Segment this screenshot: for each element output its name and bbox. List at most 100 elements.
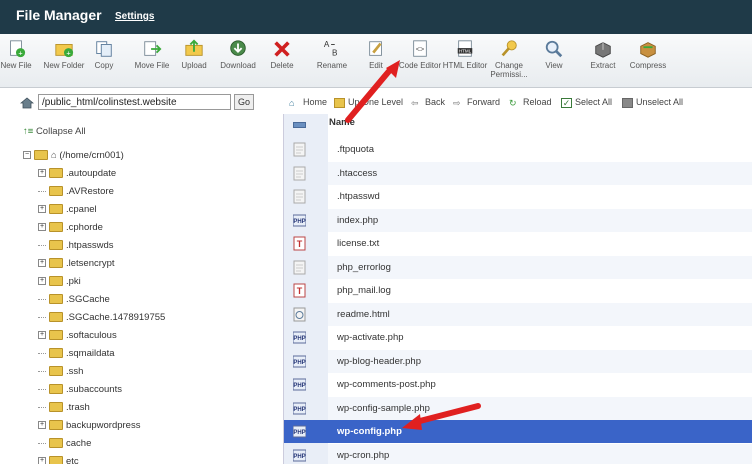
tree-item-label: .pki [66, 276, 81, 287]
svg-text:+: + [66, 48, 70, 57]
php-file-icon: PHP [293, 425, 306, 438]
file-row[interactable]: .htaccess [284, 161, 752, 185]
folder-icon [49, 366, 63, 377]
file-row[interactable]: php_errorlog [284, 255, 752, 279]
expand-toggle-icon[interactable]: + [38, 277, 46, 286]
toolbar-delete-button[interactable]: Delete [258, 39, 306, 70]
back-arrow-icon: ⇦ [411, 97, 419, 108]
unselect-all-label: Unselect All [636, 97, 684, 107]
tree-connector [38, 244, 46, 246]
file-row[interactable]: PHP wp-blog-header.php [284, 349, 752, 373]
file-row[interactable]: PHP wp-config-sample.php [284, 396, 752, 420]
tree-item-label: .htpasswds [66, 240, 114, 251]
checkbox-empty-icon [622, 97, 633, 108]
tree-item[interactable]: + .autoupdate [38, 168, 116, 184]
folder-icon [49, 330, 63, 341]
file-name: .htpasswd [337, 191, 380, 202]
toolbar-upload-button[interactable]: Upload [170, 39, 218, 70]
tree-connector [38, 352, 46, 354]
tree-item[interactable]: + etc [38, 456, 79, 464]
home-icon: ⌂ [51, 150, 57, 161]
file-row[interactable]: .htpasswd [284, 185, 752, 208]
annotation-arrow-edit [345, 60, 400, 123]
path-input[interactable] [38, 94, 231, 110]
tree-item[interactable]: .subaccounts [38, 384, 122, 400]
extract-icon [595, 42, 611, 58]
tree-item[interactable]: .trash [38, 402, 90, 418]
folder-icon [49, 222, 63, 233]
expand-toggle-icon[interactable]: + [38, 457, 46, 464]
folder-icon [49, 240, 63, 251]
file-row[interactable]: PHP wp-cron.php [284, 443, 752, 464]
file-row[interactable]: .ftpquota [284, 138, 752, 161]
tree-item[interactable]: .SGCache [38, 294, 110, 310]
file-row[interactable]: Tphp_mail.log [284, 279, 752, 302]
tree-item[interactable]: .ssh [38, 366, 83, 382]
toolbar-label: Copy [94, 61, 114, 70]
forward-button[interactable]: ⇨ Forward [453, 97, 500, 108]
toolbar-label: Extract [590, 61, 616, 70]
toolbar-label: HTML Editor [442, 61, 488, 70]
select-all-label: Select All [575, 97, 613, 107]
reload-button[interactable]: ↻ Reload [509, 97, 552, 108]
toolbar-label: Compress [629, 61, 667, 70]
html-file-icon [293, 307, 306, 321]
settings-link[interactable]: Settings [115, 11, 154, 22]
expand-toggle-icon[interactable]: + [38, 259, 46, 268]
file-name: wp-cron.php [337, 449, 390, 461]
back-button[interactable]: ⇦ Back [411, 97, 445, 108]
collapse-all-link[interactable]: ↑≡ Collapse All [23, 126, 86, 137]
expand-toggle-icon[interactable]: + [38, 331, 46, 340]
tree-root[interactable]: − ⌂ (/home/crn001) [23, 150, 124, 166]
tree-connector [38, 190, 46, 192]
tree-item-label: .SGCache.1478919755 [66, 312, 166, 323]
tree-item[interactable]: + backupwordpress [38, 420, 140, 436]
collapse-toggle-icon[interactable]: − [23, 151, 31, 160]
file-row-selected[interactable]: PHP wp-config.php [284, 420, 752, 443]
tree-item[interactable]: .htpasswds [38, 240, 114, 256]
collapse-all-icon: ↑≡ [23, 126, 34, 137]
toolbar-permissions-button[interactable]: Change Permissi... [485, 39, 533, 79]
new-folder-icon: + [55, 44, 74, 57]
tree-item[interactable]: + .cphorde [38, 222, 103, 238]
toolbar-copy-button[interactable]: Copy [80, 39, 128, 70]
toolbar-extract-button[interactable]: Extract [579, 39, 627, 70]
toolbar-new-file-button[interactable]: + New File [0, 39, 40, 70]
expand-toggle-icon[interactable]: + [38, 421, 46, 430]
tree-item[interactable]: + .pki [38, 276, 81, 292]
toolbar-move-file-button[interactable]: Move File [128, 39, 176, 70]
expand-toggle-icon[interactable]: + [38, 169, 46, 178]
toolbar-compress-button[interactable]: Compress [624, 39, 672, 70]
tree-item[interactable]: .sqmaildata [38, 348, 115, 364]
select-all-button[interactable]: ✓ Select All [561, 97, 612, 108]
svg-text:PHP: PHP [293, 430, 305, 436]
copy-icon [96, 41, 112, 57]
tree-item-label: .cphorde [66, 222, 103, 233]
page-title: File Manager [16, 7, 102, 23]
tree-item-label: .softaculous [66, 330, 117, 341]
file-row[interactable]: readme.html [284, 302, 752, 326]
file-row[interactable]: Tlicense.txt [284, 232, 752, 255]
tree-item[interactable]: .SGCache.1478919755 [38, 312, 165, 328]
tree-item[interactable]: + .letsencrypt [38, 258, 115, 274]
tree-item[interactable]: cache [38, 438, 91, 454]
unselect-all-button[interactable]: Unselect All [622, 97, 683, 108]
go-button[interactable]: Go [234, 94, 254, 110]
file-row[interactable]: PHP wp-activate.php [284, 326, 752, 349]
php-file-icon: PHP [293, 402, 306, 414]
file-name: readme.html [337, 308, 390, 320]
toolbar-view-button[interactable]: View [530, 39, 578, 70]
expand-toggle-icon[interactable]: + [38, 205, 46, 214]
svg-text:B: B [332, 48, 338, 57]
home-button[interactable]: ⌂ Home [289, 97, 327, 108]
php-file-icon: PHP [293, 378, 306, 391]
file-row[interactable]: PHP index.php [284, 208, 752, 232]
file-row[interactable]: PHP wp-comments-post.php [284, 373, 752, 396]
expand-toggle-icon[interactable]: + [38, 223, 46, 232]
tree-item[interactable]: + .softaculous [38, 330, 117, 346]
toolbar-download-button[interactable]: Download [214, 39, 262, 70]
tree-item[interactable]: + .cpanel [38, 204, 97, 220]
tree-item[interactable]: .AVRestore [38, 186, 114, 202]
toolbar-html-editor-button[interactable]: HTML HTML Editor [441, 39, 489, 70]
svg-text:PHP: PHP [293, 454, 305, 460]
